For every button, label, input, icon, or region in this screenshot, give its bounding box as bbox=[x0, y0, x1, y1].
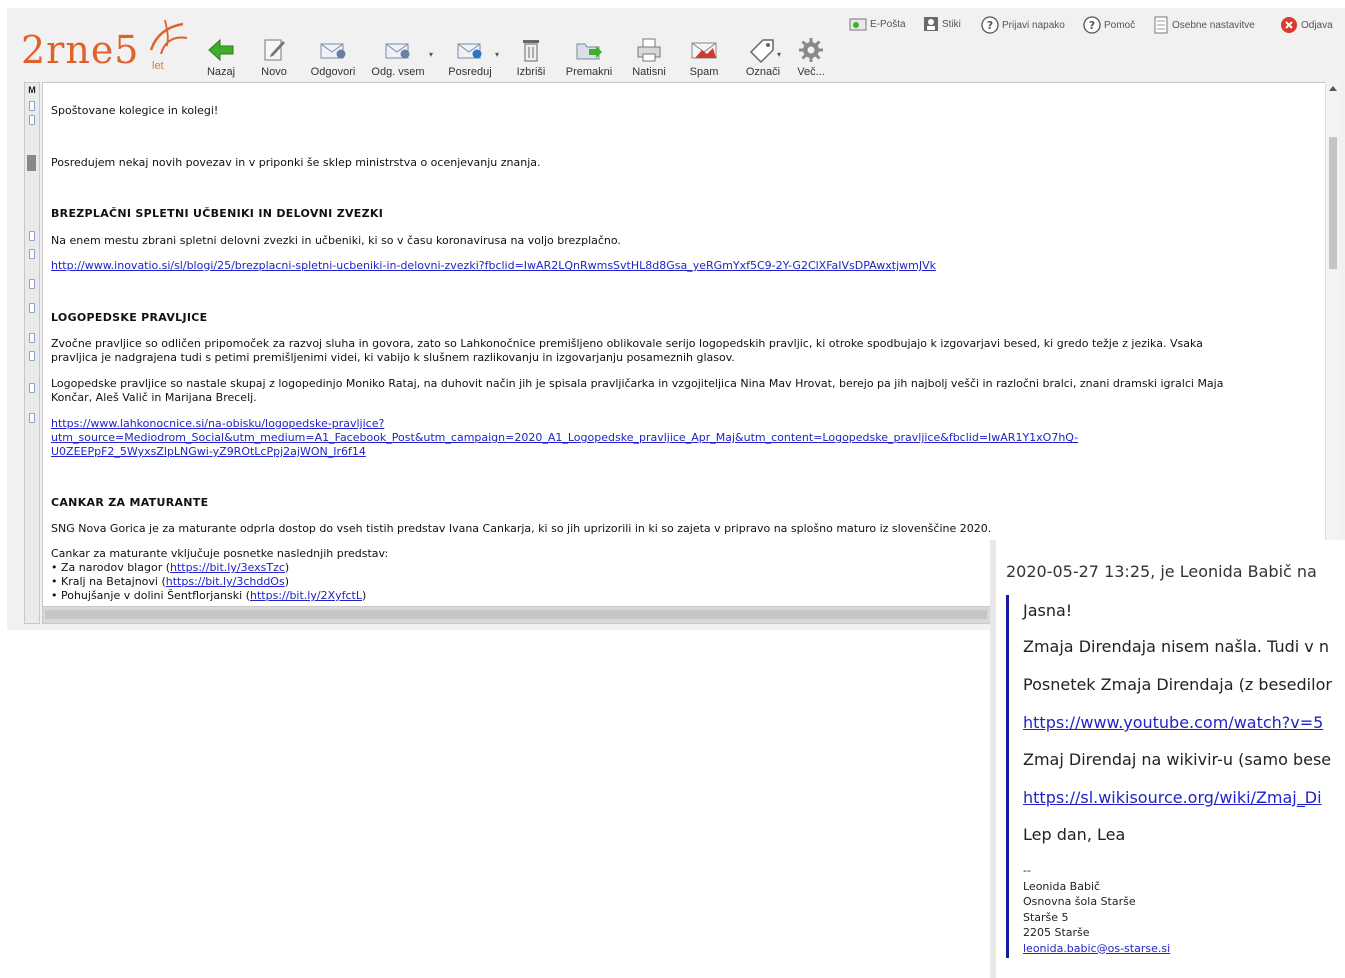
vertical-scroll-thumb[interactable] bbox=[1329, 137, 1337, 269]
quote-line: Zmaj Direndaj na wikivir-u (samo bese bbox=[1023, 750, 1332, 769]
message-intro: Posredujem nekaj novih povezav in v prip… bbox=[51, 156, 541, 169]
section-text-textbooks: Na enem mestu zbrani spletni delovni zve… bbox=[51, 234, 621, 247]
signature-school: Osnovna šola Starše bbox=[1023, 895, 1136, 908]
quote-line: Posnetek Zmaja Direndaja (z besedilor bbox=[1023, 675, 1332, 694]
list-item: • Za narodov blagor (https://bit.ly/3exs… bbox=[51, 561, 290, 574]
forward-dropdown-arrow[interactable]: ▾ bbox=[495, 50, 499, 59]
link-bitly-3[interactable]: https://bit.ly/2XyfctL bbox=[250, 589, 362, 602]
help-icon: ? bbox=[1083, 16, 1101, 34]
section-title-cankar: CANKAR ZA MATURANTE bbox=[51, 496, 209, 509]
mail-app-window: 2rne5 let Nazaj Novo Odgovori Odg. vsem … bbox=[7, 8, 1345, 630]
list-item: • Kralj na Betajnovi (https://bit.ly/3ch… bbox=[51, 575, 289, 588]
nav-contacts[interactable]: Stiki bbox=[923, 16, 961, 32]
signature-street: Starše 5 bbox=[1023, 910, 1069, 924]
quote-line: Jasna! bbox=[1023, 601, 1073, 620]
svg-text:?: ? bbox=[987, 19, 993, 32]
reply-button[interactable]: Odgovori bbox=[307, 36, 359, 78]
zarnica-logo[interactable]: 2rne5 let bbox=[21, 20, 191, 80]
section-text-speech-stories-2a: Logopedske pravljice so nastale skupaj z… bbox=[51, 377, 1224, 390]
nav-personal-settings[interactable]: Osebne nastavitve bbox=[1153, 16, 1255, 34]
section-text-speech-stories-1b: pravljica je nadgrajena tudi s petimi pr… bbox=[51, 351, 735, 364]
message-body: Spoštovane kolegice in kolegi! Posreduje… bbox=[42, 82, 1330, 608]
printer-icon bbox=[637, 38, 661, 62]
attachment-marker bbox=[29, 351, 35, 361]
reply-all-envelope-icon bbox=[385, 43, 410, 59]
quote-line: Zmaja Direndaja nisem našla. Tudi v n bbox=[1023, 637, 1329, 656]
nav-report-bug[interactable]: ? Prijavi napako bbox=[981, 16, 1065, 34]
list-item: • Pohujšanje v dolini Šentflorjanski (ht… bbox=[51, 589, 367, 602]
tag-icon bbox=[749, 39, 774, 64]
horizontal-scroll-thumb[interactable] bbox=[45, 610, 987, 619]
signature-city: 2205 Starše bbox=[1023, 926, 1090, 939]
attachment-marker bbox=[29, 383, 35, 393]
attachment-marker bbox=[29, 413, 35, 423]
top-navigation: E-Pošta Stiki ? Prijavi napako ? Pomoč O… bbox=[845, 16, 1345, 38]
link-inovatio[interactable]: http://www.inovatio.si/sl/blogi/25/brezp… bbox=[51, 259, 936, 273]
quote-header: 2020-05-27 13:25, je Leonida Babič na bbox=[1006, 562, 1317, 581]
quote-block: Jasna! Zmaja Direndaja nisem našla. Tudi… bbox=[1006, 595, 1345, 958]
signature-name: Leonida Babič bbox=[1023, 879, 1101, 893]
email-icon bbox=[849, 18, 867, 31]
print-button[interactable]: Natisni bbox=[629, 36, 669, 78]
arrow-left-icon bbox=[208, 38, 234, 62]
logo-text: 2rne5 bbox=[21, 28, 140, 72]
forward-button[interactable]: Posreduj bbox=[443, 36, 497, 78]
contacts-icon bbox=[924, 17, 938, 31]
vertical-scrollbar[interactable] bbox=[1325, 82, 1340, 606]
link-bitly-1[interactable]: https://bit.ly/3exsTzc bbox=[170, 561, 285, 574]
strip-scroll-thumb[interactable] bbox=[27, 155, 36, 171]
quoted-reply-zoom: 2020-05-27 13:25, je Leonida Babič na Ja… bbox=[990, 540, 1345, 978]
logo-suffix: let bbox=[152, 60, 164, 72]
attachment-marker bbox=[29, 115, 35, 125]
attachment-marker bbox=[29, 279, 35, 289]
nav-help[interactable]: ? Pomoč bbox=[1083, 16, 1135, 34]
quote-signoff: Lep dan, Lea bbox=[1023, 825, 1126, 844]
nav-email[interactable]: E-Pošta bbox=[849, 16, 906, 32]
section-text-cankar: SNG Nova Gorica je za maturante odprla d… bbox=[51, 522, 992, 535]
compose-icon bbox=[264, 39, 285, 61]
signature-email-link[interactable]: leonida.babic@os-starse.si bbox=[1023, 941, 1170, 957]
question-circle-icon: ? bbox=[981, 16, 999, 34]
new-message-button[interactable]: Novo bbox=[257, 36, 291, 78]
logo-flame-icon bbox=[149, 20, 188, 55]
scroll-up-arrow-icon[interactable] bbox=[1329, 86, 1337, 91]
spam-envelope-icon bbox=[691, 42, 717, 59]
section-title-textbooks: BREZPLAČNI SPLETNI UČBENIKI IN DELOVNI Z… bbox=[51, 207, 384, 220]
section-title-speech-stories: LOGOPEDSKE PRAVLJICE bbox=[51, 311, 208, 324]
folder-move-icon bbox=[576, 43, 602, 60]
reply-all-dropdown-arrow[interactable]: ▾ bbox=[429, 50, 433, 59]
link-wikisource[interactable]: https://sl.wikisource.org/wiki/Zmaj_Di bbox=[1023, 788, 1322, 807]
link-bitly-2[interactable]: https://bit.ly/3chddOs bbox=[166, 575, 285, 588]
delete-button[interactable]: Izbriši bbox=[513, 36, 549, 78]
reply-all-button[interactable]: Odg. vsem bbox=[368, 36, 428, 78]
link-lahkonocnice[interactable]: https://www.lahkonocnice.si/na-obisku/lo… bbox=[51, 417, 1078, 459]
link-youtube[interactable]: https://www.youtube.com/watch?v=5 bbox=[1023, 713, 1323, 732]
spam-button[interactable]: Spam bbox=[687, 36, 721, 78]
more-button[interactable]: Več... bbox=[793, 36, 829, 78]
section-text-speech-stories-2b: Končar, Aleš Valič in Marijana Brecelj. bbox=[51, 391, 257, 404]
section-text-speech-stories-1a: Zvočne pravljice so odličen pripomoček z… bbox=[51, 337, 1203, 350]
attachment-marker bbox=[29, 101, 35, 111]
message-greeting: Spoštovane kolegice in kolegi! bbox=[51, 104, 219, 117]
forward-envelope-icon bbox=[457, 43, 482, 59]
section-list-intro: Cankar za maturante vključuje posnetke n… bbox=[51, 547, 389, 560]
horizontal-scrollbar[interactable] bbox=[42, 606, 992, 624]
nav-logout[interactable]: Odjava bbox=[1280, 16, 1333, 34]
trash-icon bbox=[523, 40, 539, 62]
attachment-marker bbox=[29, 231, 35, 241]
tag-dropdown-arrow[interactable]: ▾ bbox=[777, 50, 781, 59]
message-list-strip[interactable]: M bbox=[24, 82, 40, 624]
attachment-marker bbox=[29, 249, 35, 259]
attachment-marker bbox=[29, 303, 35, 313]
gear-icon bbox=[799, 38, 823, 62]
signature: -- Leonida Babič Osnovna šola Starše Sta… bbox=[1023, 864, 1171, 957]
close-circle-icon bbox=[1281, 17, 1297, 33]
back-button[interactable]: Nazaj bbox=[201, 36, 241, 78]
settings-page-icon bbox=[1154, 16, 1168, 34]
reply-envelope-icon bbox=[320, 43, 346, 59]
attachment-marker bbox=[29, 333, 35, 343]
svg-text:?: ? bbox=[1089, 19, 1095, 32]
move-button[interactable]: Premakni bbox=[563, 36, 615, 78]
